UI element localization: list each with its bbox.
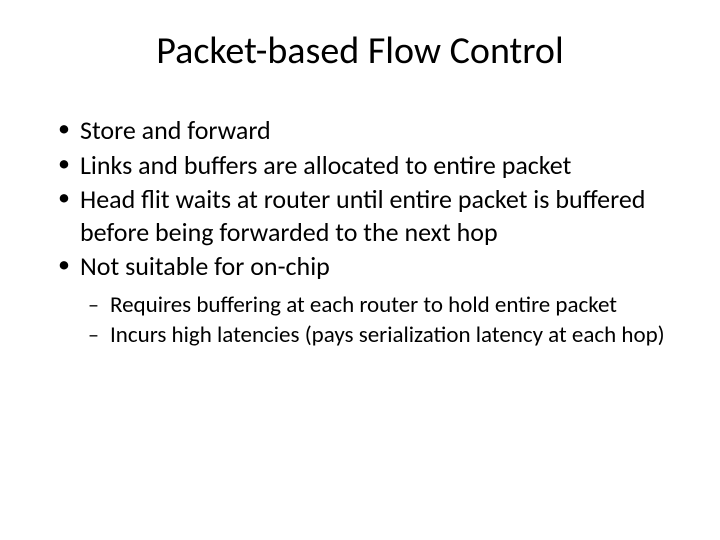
sub-bullet-item: Incurs high latencies (pays serializatio… [88,321,690,350]
main-bullet-list: Store and forward Links and buffers are … [30,114,690,283]
slide-title: Packet-based Flow Control [30,28,690,74]
bullet-item: Head flit waits at router until entire p… [58,183,690,248]
bullet-item: Links and buffers are allocated to entir… [58,149,690,182]
bullet-item: Store and forward [58,114,690,147]
sub-bullet-item: Requires buffering at each router to hol… [88,291,690,320]
bullet-item: Not suitable for on-chip [58,250,690,283]
sub-bullet-list: Requires buffering at each router to hol… [30,291,690,351]
